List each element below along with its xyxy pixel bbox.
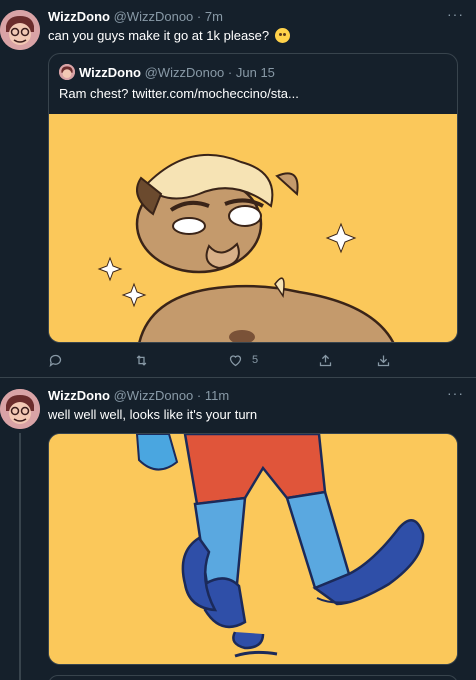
user-handle[interactable]: @WizzDonoo [145, 65, 225, 80]
display-name[interactable]: WizzDono [79, 65, 141, 80]
separator: · [196, 9, 202, 24]
user-handle[interactable]: @WizzDonoo [114, 9, 194, 24]
tweet-actions: 5 [48, 349, 408, 371]
tweet-header: WizzDono @WizzDonoo · 11m [48, 388, 229, 404]
tweet-header: WizzDono @WizzDonoo · 7m [48, 9, 223, 25]
avatar[interactable] [0, 10, 40, 50]
timestamp[interactable]: Jun 15 [236, 65, 275, 80]
display-name[interactable]: WizzDono [48, 388, 110, 403]
tweet-text-content: can you guys make it go at 1k please? [48, 28, 270, 43]
next-card [48, 675, 458, 680]
emoji-icon [274, 28, 290, 43]
retweet-button[interactable] [134, 349, 149, 371]
tweet-image[interactable] [48, 433, 458, 665]
reply-button[interactable] [48, 349, 63, 371]
tweet[interactable]: WizzDono @WizzDonoo · 7m ··· can you guy… [0, 0, 476, 378]
retweet-icon [136, 354, 147, 366]
share-icon [319, 354, 332, 366]
more-icon[interactable]: ··· [447, 385, 464, 401]
separator: · [196, 388, 202, 403]
tweet-text: can you guys make it go at 1k please? [48, 28, 290, 44]
tweet[interactable]: WizzDono @WizzDonoo · 11m ··· well well … [0, 379, 476, 680]
like-icon [229, 354, 242, 366]
timestamp[interactable]: 7m [205, 9, 223, 24]
thread-line [19, 433, 21, 680]
avatar[interactable] [0, 389, 40, 429]
quoted-tweet-text[interactable]: Ram chest? twitter.com/mocheccino/sta... [59, 86, 299, 101]
user-handle[interactable]: @WizzDonoo [114, 388, 194, 403]
separator: · [227, 65, 233, 80]
quoted-tweet-header: WizzDono @WizzDonoo · Jun 15 [79, 65, 275, 80]
like-count: 5 [252, 354, 259, 366]
analytics-icon [377, 355, 390, 366]
share-button[interactable] [318, 349, 333, 371]
tweet-text: well well well, looks like it's your tur… [48, 407, 258, 422]
analytics-button[interactable] [376, 349, 391, 371]
quoted-tweet-image[interactable] [49, 114, 457, 342]
reply-icon [49, 354, 62, 367]
more-icon[interactable]: ··· [447, 6, 464, 22]
timestamp[interactable]: 11m [205, 388, 229, 403]
quoted-tweet[interactable]: WizzDono @WizzDonoo · Jun 15 Ram chest? … [48, 53, 458, 343]
display-name[interactable]: WizzDono [48, 9, 110, 24]
like-button[interactable]: 5 [228, 349, 258, 371]
avatar[interactable] [59, 64, 75, 80]
